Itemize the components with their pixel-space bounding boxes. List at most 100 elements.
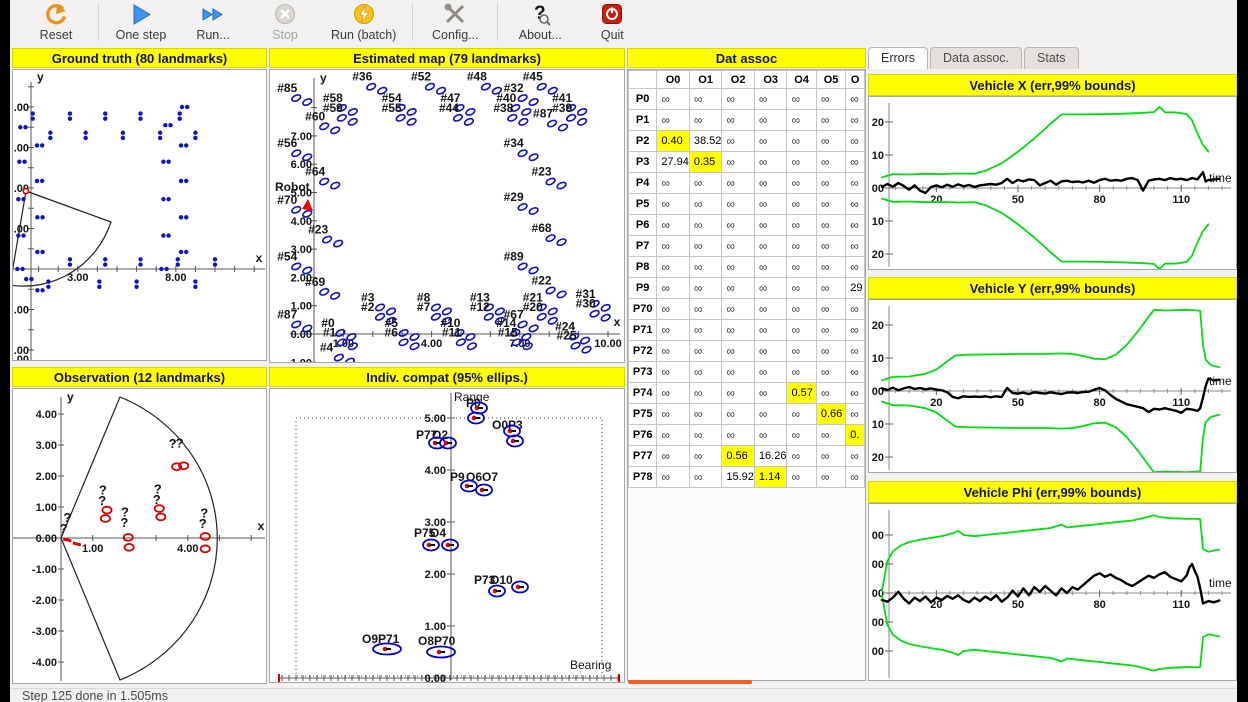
row-header-P5[interactable]: P5 [629, 194, 657, 215]
tab-stats[interactable]: Stats [1024, 47, 1079, 69]
assoc-cell[interactable]: ∞ [787, 341, 816, 362]
assoc-cell[interactable]: ∞ [754, 131, 787, 152]
assoc-cell[interactable]: ∞ [689, 236, 722, 257]
row-header-P76[interactable]: P76 [629, 425, 657, 446]
row-header-P3[interactable]: P3 [629, 152, 657, 173]
assoc-cell[interactable]: ∞ [689, 341, 722, 362]
row-header-P1[interactable]: P1 [629, 110, 657, 131]
assoc-cell[interactable]: ∞ [689, 173, 722, 194]
assoc-cell[interactable]: ∞ [657, 341, 690, 362]
assoc-cell[interactable]: ∞ [689, 446, 722, 467]
assoc-cell[interactable]: ∞ [657, 194, 690, 215]
column-header-O5[interactable]: O5 [816, 71, 845, 89]
assoc-cell[interactable]: ∞ [754, 152, 787, 173]
data-association-table[interactable]: O0O1O2O3O4O5OP0∞∞∞∞∞∞∞P1∞∞∞∞∞∞∞P20.4038.… [627, 69, 866, 681]
assoc-cell[interactable]: ∞ [657, 173, 690, 194]
row-header-P78[interactable]: P78 [629, 467, 657, 488]
column-header-O1[interactable]: O1 [689, 71, 722, 89]
assoc-cell[interactable]: ∞ [689, 257, 722, 278]
assoc-cell[interactable]: ∞ [846, 320, 865, 341]
about-button[interactable]: ? About... [504, 0, 576, 42]
assoc-cell[interactable]: 27.94 [657, 152, 690, 173]
assoc-cell[interactable]: ∞ [787, 425, 816, 446]
assoc-cell[interactable]: ∞ [787, 173, 816, 194]
assoc-cell[interactable]: ∞ [657, 257, 690, 278]
assoc-cell[interactable]: ∞ [816, 152, 845, 173]
row-header-P9[interactable]: P9 [629, 278, 657, 299]
assoc-cell[interactable]: ∞ [657, 362, 690, 383]
assoc-cell[interactable]: ∞ [816, 446, 845, 467]
assoc-cell[interactable]: ∞ [754, 89, 787, 110]
assoc-cell[interactable]: ∞ [722, 383, 755, 404]
assoc-cell[interactable]: ∞ [816, 278, 845, 299]
assoc-cell[interactable]: ∞ [657, 110, 690, 131]
assoc-cell[interactable]: ∞ [787, 278, 816, 299]
assoc-cell[interactable]: ∞ [787, 404, 816, 425]
assoc-cell[interactable]: ∞ [657, 89, 690, 110]
assoc-cell[interactable]: ∞ [816, 215, 845, 236]
assoc-cell[interactable]: ∞ [787, 446, 816, 467]
assoc-cell[interactable]: ∞ [657, 215, 690, 236]
column-header-O4[interactable]: O4 [787, 71, 816, 89]
assoc-cell[interactable]: ∞ [787, 215, 816, 236]
assoc-cell[interactable]: ∞ [787, 131, 816, 152]
assoc-cell[interactable]: ∞ [846, 152, 865, 173]
horizontal-scrollbar[interactable] [628, 680, 752, 684]
column-header-O3[interactable]: O3 [754, 71, 787, 89]
assoc-cell[interactable]: ∞ [689, 299, 722, 320]
assoc-cell[interactable]: ∞ [689, 425, 722, 446]
assoc-cell[interactable]: ∞ [754, 236, 787, 257]
assoc-cell[interactable]: ∞ [689, 320, 722, 341]
assoc-cell[interactable]: ∞ [657, 446, 690, 467]
row-header-P74[interactable]: P74 [629, 383, 657, 404]
row-header-P71[interactable]: P71 [629, 320, 657, 341]
assoc-cell[interactable]: ∞ [657, 278, 690, 299]
assoc-cell[interactable]: ∞ [787, 110, 816, 131]
assoc-cell[interactable]: ∞ [787, 257, 816, 278]
tab-errors[interactable]: Errors [868, 47, 928, 69]
assoc-cell[interactable]: ∞ [722, 173, 755, 194]
assoc-cell[interactable]: ∞ [754, 173, 787, 194]
assoc-cell[interactable]: ∞ [787, 467, 816, 488]
assoc-cell[interactable]: 0.40 [657, 131, 690, 152]
assoc-cell[interactable]: ∞ [816, 173, 845, 194]
assoc-cell[interactable]: ∞ [722, 89, 755, 110]
row-header-P77[interactable]: P77 [629, 446, 657, 467]
assoc-cell[interactable]: ∞ [722, 215, 755, 236]
row-header-P70[interactable]: P70 [629, 299, 657, 320]
assoc-cell[interactable]: ∞ [657, 467, 690, 488]
run-button[interactable]: Run... [177, 0, 249, 42]
assoc-cell[interactable]: ∞ [816, 89, 845, 110]
assoc-cell[interactable]: ∞ [816, 341, 845, 362]
assoc-cell[interactable]: ∞ [657, 236, 690, 257]
assoc-cell[interactable]: ∞ [722, 299, 755, 320]
assoc-cell[interactable]: ∞ [689, 110, 722, 131]
assoc-cell[interactable]: ∞ [754, 341, 787, 362]
assoc-cell[interactable]: ∞ [657, 383, 690, 404]
assoc-cell[interactable]: ∞ [657, 299, 690, 320]
assoc-cell[interactable]: ∞ [722, 236, 755, 257]
assoc-cell[interactable]: ∞ [754, 257, 787, 278]
assoc-cell[interactable]: ∞ [846, 299, 865, 320]
row-header-P6[interactable]: P6 [629, 215, 657, 236]
assoc-cell[interactable]: ∞ [722, 404, 755, 425]
row-header-P72[interactable]: P72 [629, 341, 657, 362]
assoc-cell[interactable]: 0.35 [689, 152, 722, 173]
assoc-cell[interactable]: ∞ [689, 362, 722, 383]
assoc-cell[interactable]: ∞ [754, 383, 787, 404]
assoc-cell[interactable]: ∞ [787, 236, 816, 257]
assoc-cell[interactable]: ∞ [846, 446, 865, 467]
assoc-cell[interactable]: ∞ [846, 341, 865, 362]
assoc-cell[interactable]: ∞ [846, 383, 865, 404]
assoc-cell[interactable]: ∞ [846, 110, 865, 131]
assoc-cell[interactable]: ∞ [787, 320, 816, 341]
row-header-P73[interactable]: P73 [629, 362, 657, 383]
assoc-cell[interactable]: ∞ [657, 320, 690, 341]
assoc-cell[interactable]: ∞ [846, 215, 865, 236]
assoc-cell[interactable]: ∞ [754, 299, 787, 320]
assoc-cell[interactable]: 0. [846, 425, 865, 446]
row-header-P75[interactable]: P75 [629, 404, 657, 425]
assoc-cell[interactable]: ∞ [816, 362, 845, 383]
row-header-P7[interactable]: P7 [629, 236, 657, 257]
assoc-cell[interactable]: ∞ [816, 425, 845, 446]
